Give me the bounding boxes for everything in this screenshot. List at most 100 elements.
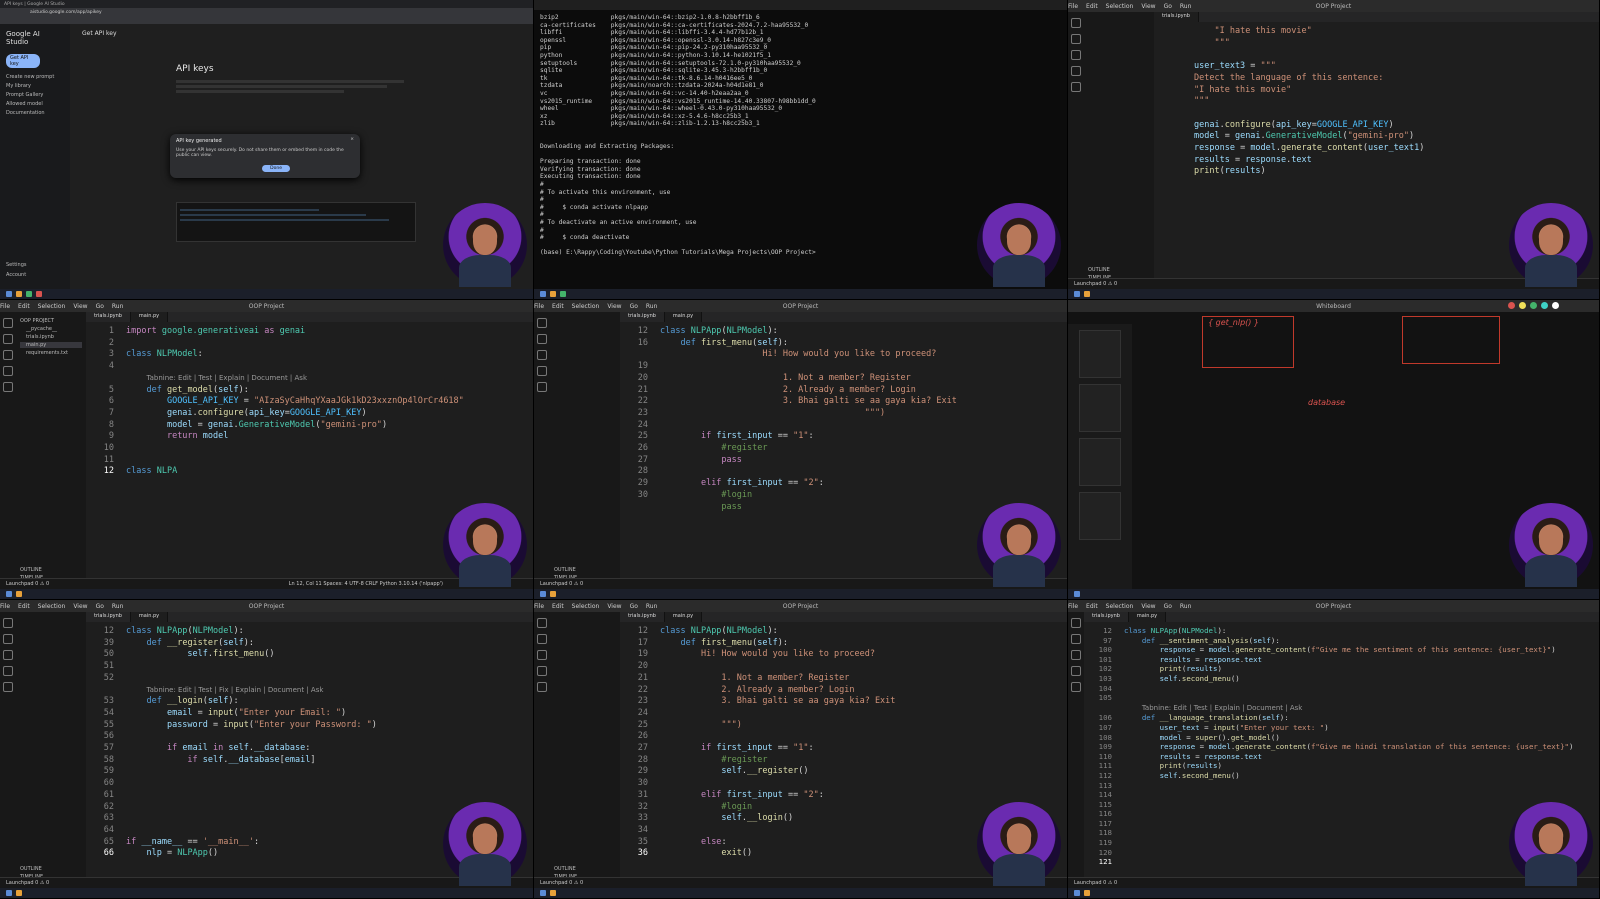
app-icon[interactable] xyxy=(16,591,22,597)
editor-tab[interactable]: main.py xyxy=(130,312,169,322)
menu-item-selection[interactable]: Selection xyxy=(572,303,600,310)
menu-item-go[interactable]: Go xyxy=(630,303,638,310)
outline-section[interactable]: OUTLINE xyxy=(554,866,576,872)
windows-start-icon[interactable] xyxy=(6,291,12,297)
explorer-item[interactable]: __pycache__ xyxy=(20,326,82,332)
menu-item-view[interactable]: View xyxy=(607,603,621,610)
dialog-done-button[interactable]: Done xyxy=(262,165,290,172)
menu-item-selection[interactable]: Selection xyxy=(1106,603,1134,610)
close-icon[interactable]: × xyxy=(350,137,354,142)
menu-bar[interactable]: File Edit Selection View Go Run xyxy=(1068,3,1199,10)
editor-tab[interactable]: trials.ipynb xyxy=(1154,12,1199,22)
app-icon[interactable] xyxy=(560,291,566,297)
nav-item-gallery[interactable]: Prompt Gallery xyxy=(6,92,64,98)
menu-item-file[interactable]: File xyxy=(534,303,544,310)
editor-tab[interactable]: trials.ipynb xyxy=(86,612,131,622)
menu-item-edit[interactable]: Edit xyxy=(552,603,564,610)
explorer-sidebar[interactable]: OUTLINETIMELINE xyxy=(550,612,620,888)
menu-item-file[interactable]: File xyxy=(534,603,544,610)
menu-item-run[interactable]: Run xyxy=(112,603,124,610)
explorer-root[interactable]: OOP PROJECT xyxy=(20,318,82,324)
windows-start-icon[interactable] xyxy=(540,591,546,597)
menu-item-go[interactable]: Go xyxy=(630,603,638,610)
menu-item-edit[interactable]: Edit xyxy=(1086,3,1098,10)
activity-bar[interactable] xyxy=(1068,612,1084,888)
menu-item-run[interactable]: Run xyxy=(646,303,658,310)
app-icon[interactable] xyxy=(550,291,556,297)
nav-item-create-prompt[interactable]: Create new prompt xyxy=(6,74,64,80)
menu-bar[interactable]: File Edit Selection View Go Run xyxy=(1068,603,1199,610)
nav-item-library[interactable]: My library xyxy=(6,83,64,89)
activity-bar[interactable] xyxy=(0,312,16,589)
outline-section[interactable]: OUTLINE xyxy=(1088,267,1110,273)
menu-item-go[interactable]: Go xyxy=(96,603,104,610)
editor-tab[interactable]: trials.ipynb xyxy=(1084,612,1129,622)
app-icon[interactable] xyxy=(26,291,32,297)
menu-item-view[interactable]: View xyxy=(73,603,87,610)
menu-item-run[interactable]: Run xyxy=(1180,603,1192,610)
app-icon[interactable] xyxy=(550,591,556,597)
nav-item-documentation[interactable]: Documentation xyxy=(6,110,64,116)
menu-item-file[interactable]: File xyxy=(1068,3,1078,10)
menu-item-edit[interactable]: Edit xyxy=(552,303,564,310)
editor-tab[interactable]: main.py xyxy=(664,312,703,322)
explorer-item[interactable]: requirements.txt xyxy=(20,350,82,356)
menu-item-file[interactable]: File xyxy=(1068,603,1078,610)
activity-bar[interactable] xyxy=(0,612,16,888)
explorer-item[interactable]: trials.ipynb xyxy=(20,334,82,340)
editor-tabs[interactable]: trials.ipynb main.py xyxy=(620,312,1067,322)
nav-item-settings[interactable]: Settings xyxy=(6,262,27,268)
page-thumbnails[interactable] xyxy=(1068,324,1132,589)
activity-bar[interactable] xyxy=(1068,12,1084,289)
menu-item-view[interactable]: View xyxy=(1141,3,1155,10)
explorer-sidebar[interactable]: OUTLINETIMELINE xyxy=(1084,12,1154,289)
menu-item-run[interactable]: Run xyxy=(646,603,658,610)
app-icon[interactable] xyxy=(16,291,22,297)
get-api-key-nav-button[interactable]: Get API key xyxy=(6,54,40,68)
windows-start-icon[interactable] xyxy=(6,591,12,597)
status-right[interactable]: Ln 12, Col 11 Spaces: 4 UTF-8 CRLF Pytho… xyxy=(289,581,443,587)
activity-bar[interactable] xyxy=(534,312,550,589)
menu-item-go[interactable]: Go xyxy=(1164,3,1172,10)
menu-item-edit[interactable]: Edit xyxy=(1086,603,1098,610)
editor-tab[interactable]: trials.ipynb xyxy=(620,612,665,622)
outline-section[interactable]: OUTLINE xyxy=(20,567,42,573)
app-icon[interactable] xyxy=(1084,291,1090,297)
menu-item-selection[interactable]: Selection xyxy=(38,303,66,310)
editor-tab[interactable]: main.py xyxy=(130,612,169,622)
browser-tabstrip[interactable]: API keys | Google AI Studio xyxy=(0,0,533,8)
editor-tabs[interactable]: trials.ipynb main.py xyxy=(86,312,533,322)
editor-tab[interactable]: main.py xyxy=(1128,612,1167,622)
app-icon[interactable] xyxy=(36,291,42,297)
app-icon[interactable] xyxy=(1084,890,1090,896)
windows-start-icon[interactable] xyxy=(540,291,546,297)
windows-start-icon[interactable] xyxy=(6,890,12,896)
activity-bar[interactable] xyxy=(534,612,550,888)
editor-tab[interactable]: main.py xyxy=(664,612,703,622)
explorer-sidebar[interactable]: OOP PROJECT __pycache__ trials.ipynb mai… xyxy=(16,312,86,589)
explorer-sidebar[interactable]: OUTLINETIMELINE xyxy=(16,612,86,888)
explorer-sidebar[interactable]: OUTLINETIMELINE xyxy=(550,312,620,589)
color-palette[interactable] xyxy=(1508,302,1559,310)
windows-start-icon[interactable] xyxy=(540,890,546,896)
nav-item-account[interactable]: Account xyxy=(6,272,26,278)
menu-item-view[interactable]: View xyxy=(73,303,87,310)
editor-tab[interactable]: trials.ipynb xyxy=(86,312,131,322)
menu-item-file[interactable]: File xyxy=(0,303,10,310)
windows-start-icon[interactable] xyxy=(1074,591,1080,597)
menu-bar[interactable]: File Edit Selection View Go Run xyxy=(0,603,131,610)
windows-start-icon[interactable] xyxy=(1074,291,1080,297)
menu-item-go[interactable]: Go xyxy=(96,303,104,310)
editor-tabs[interactable]: trials.ipynb xyxy=(1154,12,1599,22)
outline-section[interactable]: OUTLINE xyxy=(20,866,42,872)
menu-item-run[interactable]: Run xyxy=(112,303,124,310)
menu-bar[interactable]: File Edit Selection View Go Run xyxy=(534,603,665,610)
menu-item-view[interactable]: View xyxy=(1141,603,1155,610)
outline-section[interactable]: OUTLINE xyxy=(554,567,576,573)
menu-item-run[interactable]: Run xyxy=(1180,3,1192,10)
menu-bar[interactable]: File Edit Selection View Go Run xyxy=(534,303,665,310)
menu-item-edit[interactable]: Edit xyxy=(18,603,30,610)
editor-tabs[interactable]: trials.ipynb main.py xyxy=(620,612,1067,622)
menu-item-view[interactable]: View xyxy=(607,303,621,310)
editor-tabs[interactable]: trials.ipynb main.py xyxy=(86,612,533,622)
